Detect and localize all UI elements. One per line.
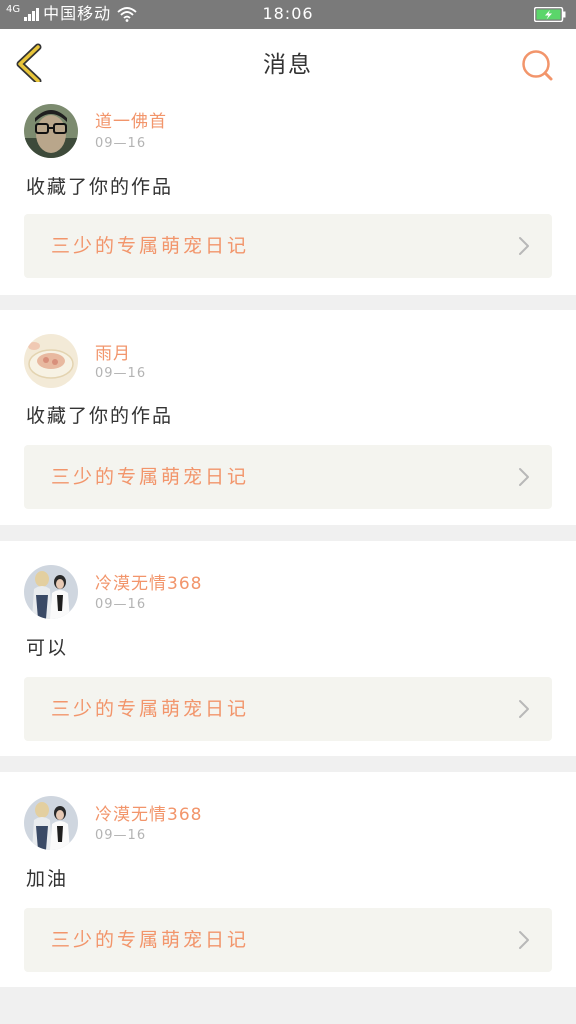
- message-card: 冷漠无情368 09—16 可以 三少的专属萌宠日记: [0, 541, 576, 756]
- message-card: 道一佛首 09—16 收藏了你的作品 三少的专属萌宠日记: [0, 82, 576, 295]
- work-link[interactable]: 三少的专属萌宠日记: [24, 214, 552, 278]
- work-title: 三少的专属萌宠日记: [51, 698, 250, 720]
- work-link[interactable]: 三少的专属萌宠日记: [24, 908, 552, 972]
- chevron-left-icon[interactable]: [14, 43, 44, 85]
- message-date: 09—16: [95, 828, 147, 843]
- avatar[interactable]: [24, 565, 78, 619]
- username[interactable]: 冷漠无情368: [95, 573, 202, 595]
- avatar[interactable]: [24, 334, 78, 388]
- search-icon[interactable]: [520, 48, 554, 82]
- username[interactable]: 雨月: [95, 343, 131, 365]
- avatar[interactable]: [24, 796, 78, 850]
- message-date: 09—16: [95, 597, 147, 612]
- status-time: 18:06: [262, 4, 314, 23]
- message-text: 加油: [26, 868, 69, 890]
- message-date: 09—16: [95, 366, 147, 381]
- message-text: 收藏了你的作品: [26, 405, 174, 427]
- battery-charging-icon: [534, 7, 566, 22]
- work-link[interactable]: 三少的专属萌宠日记: [24, 677, 552, 741]
- work-title: 三少的专属萌宠日记: [51, 466, 250, 488]
- message-text: 收藏了你的作品: [26, 176, 174, 198]
- chevron-right-icon: [519, 237, 529, 255]
- username[interactable]: 冷漠无情368: [95, 804, 202, 826]
- status-bar: 4G 中国移动 18:06: [0, 0, 576, 29]
- username[interactable]: 道一佛首: [95, 111, 167, 133]
- chevron-right-icon: [519, 931, 529, 949]
- work-title: 三少的专属萌宠日记: [51, 235, 250, 257]
- chevron-right-icon: [519, 700, 529, 718]
- avatar[interactable]: [24, 104, 78, 158]
- message-card: 雨月 09—16 收藏了你的作品 三少的专属萌宠日记: [0, 310, 576, 525]
- message-card: 冷漠无情368 09—16 加油 三少的专属萌宠日记: [0, 772, 576, 987]
- work-link[interactable]: 三少的专属萌宠日记: [24, 445, 552, 509]
- chevron-right-icon: [519, 468, 529, 486]
- message-text: 可以: [26, 637, 69, 659]
- work-title: 三少的专属萌宠日记: [51, 929, 250, 951]
- page-title: 消息: [263, 52, 313, 78]
- message-date: 09—16: [95, 136, 147, 151]
